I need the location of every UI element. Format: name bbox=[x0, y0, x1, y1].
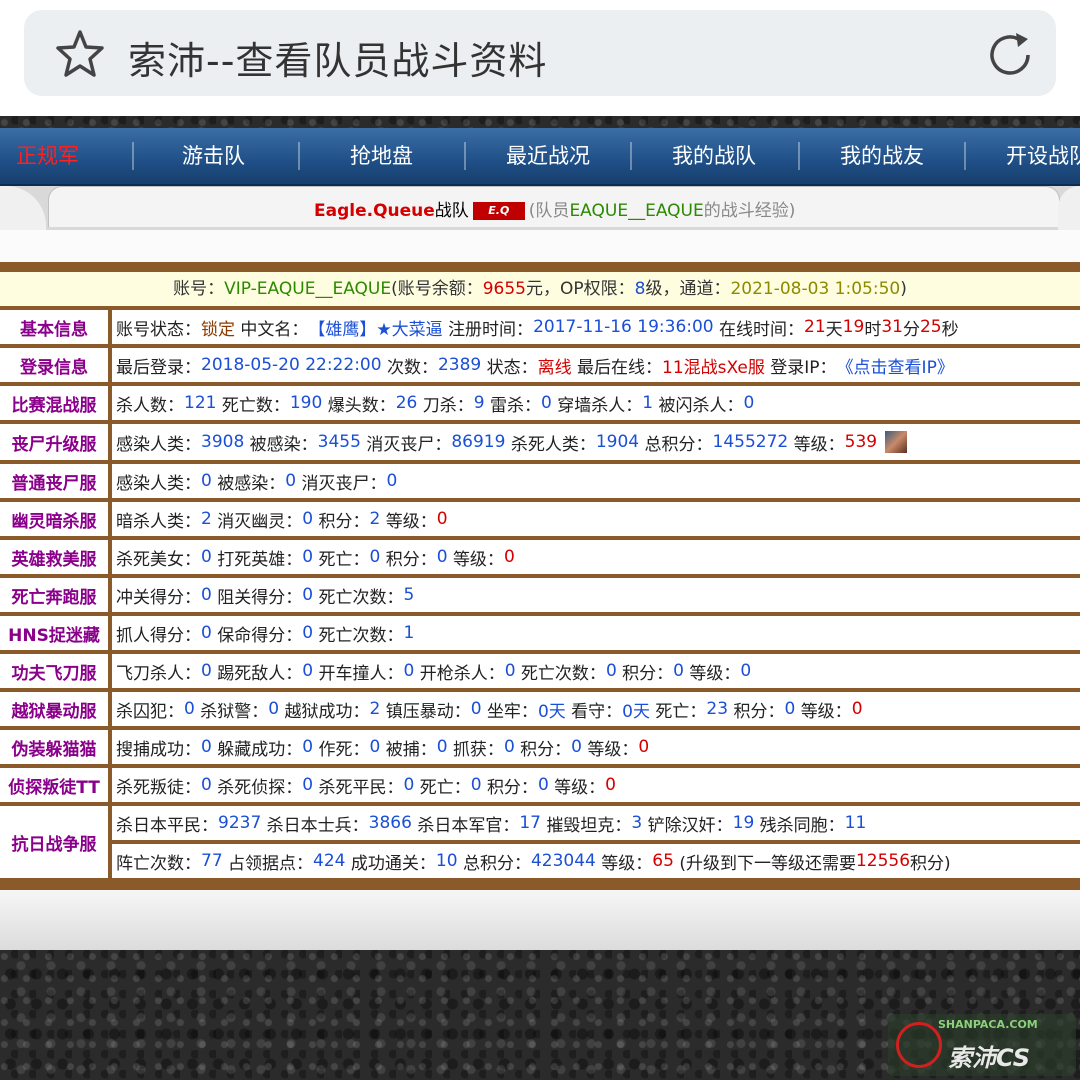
nav-separator bbox=[964, 142, 966, 170]
account-id: VIP-EAQUE__EAQUE bbox=[224, 279, 392, 299]
nav-item-my-team[interactable]: 我的战队 bbox=[672, 128, 756, 184]
nav-item-recent-battles[interactable]: 最近战况 bbox=[506, 128, 590, 184]
nav-item-territory[interactable]: 抢地盘 bbox=[350, 128, 413, 184]
nav-separator bbox=[464, 142, 466, 170]
row-zombie-up: 感染人类： 3908 被感染： 3455 消灭丧尸： 86919 杀死人类： 1904 … bbox=[112, 424, 1080, 460]
main-nav: 正规军 游击队 抢地盘 最近战况 我的战队 我的战友 开设战队 bbox=[0, 128, 1080, 186]
row-kungfu: 飞刀杀人： 0 踢死敌人： 0 开车撞人： 0 开枪杀人： 0 死亡次数： 0 积分： 0 … bbox=[112, 654, 1080, 688]
row-label-ghost: 幽灵暗杀服 bbox=[0, 502, 108, 536]
nav-item-regular-army[interactable]: 正规军 bbox=[16, 128, 79, 184]
row-match: 杀人数： 121 死亡数： 190 爆头数： 26 刀杀： 9 雷杀： 0 穿墙杀人： 1 … bbox=[112, 386, 1080, 420]
row-war-line1: 杀日本平民： 9237 杀日本士兵： 3866 杀日本军官： 17 摧毁坦克： 3 铲除… bbox=[112, 806, 1080, 840]
row-label-zombie: 普通丧尸服 bbox=[0, 464, 108, 498]
browser-toolbar: 索沛--查看队员战斗资料 bbox=[0, 0, 1080, 116]
row-hero: 杀死美女： 0 打死英雄： 0 死亡： 0 积分： 0 等级： 0 bbox=[112, 540, 1080, 574]
nav-item-my-friends[interactable]: 我的战友 bbox=[840, 128, 924, 184]
nav-separator bbox=[132, 142, 134, 170]
team-info: Eagle.Queue战队 E.Q (队员EAQUE__EAQUE的战斗经验) bbox=[314, 201, 796, 221]
row-label-ttt: 侦探叛徒TT bbox=[0, 768, 108, 802]
row-label-prophunt: 伪装躲猫猫 bbox=[0, 730, 108, 764]
avatar-icon bbox=[885, 431, 908, 453]
account-balance: 9655 bbox=[482, 279, 526, 299]
row-label-jail: 越狱暴动服 bbox=[0, 692, 108, 726]
op-level: 8 bbox=[634, 279, 646, 299]
page-title: 索沛--查看队员战斗资料 bbox=[128, 39, 548, 83]
row-hns: 抓人得分： 0 保命得分： 0 死亡次数： 1 bbox=[112, 616, 1080, 650]
row-basic: 账号状态： 锁定 中文名： 【雄鹰】★大菜逼 注册时间： 2017-11-16 19:… bbox=[112, 310, 1080, 344]
team-badge: E.Q bbox=[472, 202, 525, 220]
stats-table: 账号：VIP-EAQUE__EAQUE(账号余额：9655元，OP权限：8级，通… bbox=[0, 262, 1080, 890]
star-icon[interactable] bbox=[54, 28, 106, 80]
account-summary: 账号：VIP-EAQUE__EAQUE(账号余额：9655元，OP权限：8级，通… bbox=[0, 272, 1080, 306]
row-label-match: 比赛混战服 bbox=[0, 386, 108, 420]
row-ttt: 杀死叛徒： 0 杀死侦探： 0 杀死平民： 0 死亡： 0 积分： 0 等级： 0 bbox=[112, 768, 1080, 802]
member-name: EAQUE__EAQUE bbox=[569, 201, 704, 221]
row-zombie: 感染人类： 0 被感染： 0 消灭丧尸： 0 bbox=[112, 464, 1080, 498]
row-ghost: 暗杀人类： 2 消灭幽灵： 0 积分： 2 等级： 0 bbox=[112, 502, 1080, 536]
row-war-line2: 阵亡次数： 77 占领据点： 424 成功通关： 10 总积分： 423044 等级： 6… bbox=[112, 844, 1080, 878]
row-login: 最后登录： 2018-05-20 22:22:00 次数： 2389 状态： 离线 最… bbox=[112, 348, 1080, 382]
reload-icon[interactable] bbox=[984, 29, 1036, 81]
nav-separator bbox=[298, 142, 300, 170]
row-label-hero: 英雄救美服 bbox=[0, 540, 108, 574]
row-label-login: 登录信息 bbox=[0, 348, 108, 382]
row-deathrun: 冲关得分： 0 阻关得分： 0 死亡次数： 5 bbox=[112, 578, 1080, 612]
row-label-basic: 基本信息 bbox=[0, 310, 108, 344]
nav-separator bbox=[630, 142, 632, 170]
site-watermark-logo: SHANPACA.COM 索沛CS bbox=[888, 1014, 1076, 1076]
nav-separator bbox=[798, 142, 800, 170]
team-subheader: Eagle.Queue战队 E.Q (队员EAQUE__EAQUE的战斗经验) bbox=[0, 186, 1080, 230]
row-label-zombie-up: 丧尸升级服 bbox=[0, 424, 108, 460]
row-label-kungfu: 功夫飞刀服 bbox=[0, 654, 108, 688]
logo-emblem-icon bbox=[896, 1022, 942, 1068]
row-label-war: 抗日战争服 bbox=[0, 806, 108, 878]
nav-item-guerrilla[interactable]: 游击队 bbox=[182, 128, 245, 184]
team-name[interactable]: Eagle.Queue bbox=[314, 201, 435, 221]
row-label-hns: HNS捉迷藏 bbox=[0, 616, 108, 650]
row-prophunt: 搜捕成功： 0 躲藏成功： 0 作死： 0 被捕： 0 抓获： 0 积分： 0 等级： 0 bbox=[112, 730, 1080, 764]
timestamp: 2021-08-03 1:05:50 bbox=[730, 279, 901, 299]
nav-item-create-team[interactable]: 开设战队 bbox=[1006, 128, 1080, 184]
row-label-deathrun: 死亡奔跑服 bbox=[0, 578, 108, 612]
view-ip-link[interactable]: 《点击查看IP》 bbox=[837, 353, 954, 378]
row-jail: 杀囚犯： 0 杀狱警： 0 越狱成功： 2 镇压暴动： 0 坐牢： 0天 看守： 0天 死亡… bbox=[112, 692, 1080, 726]
